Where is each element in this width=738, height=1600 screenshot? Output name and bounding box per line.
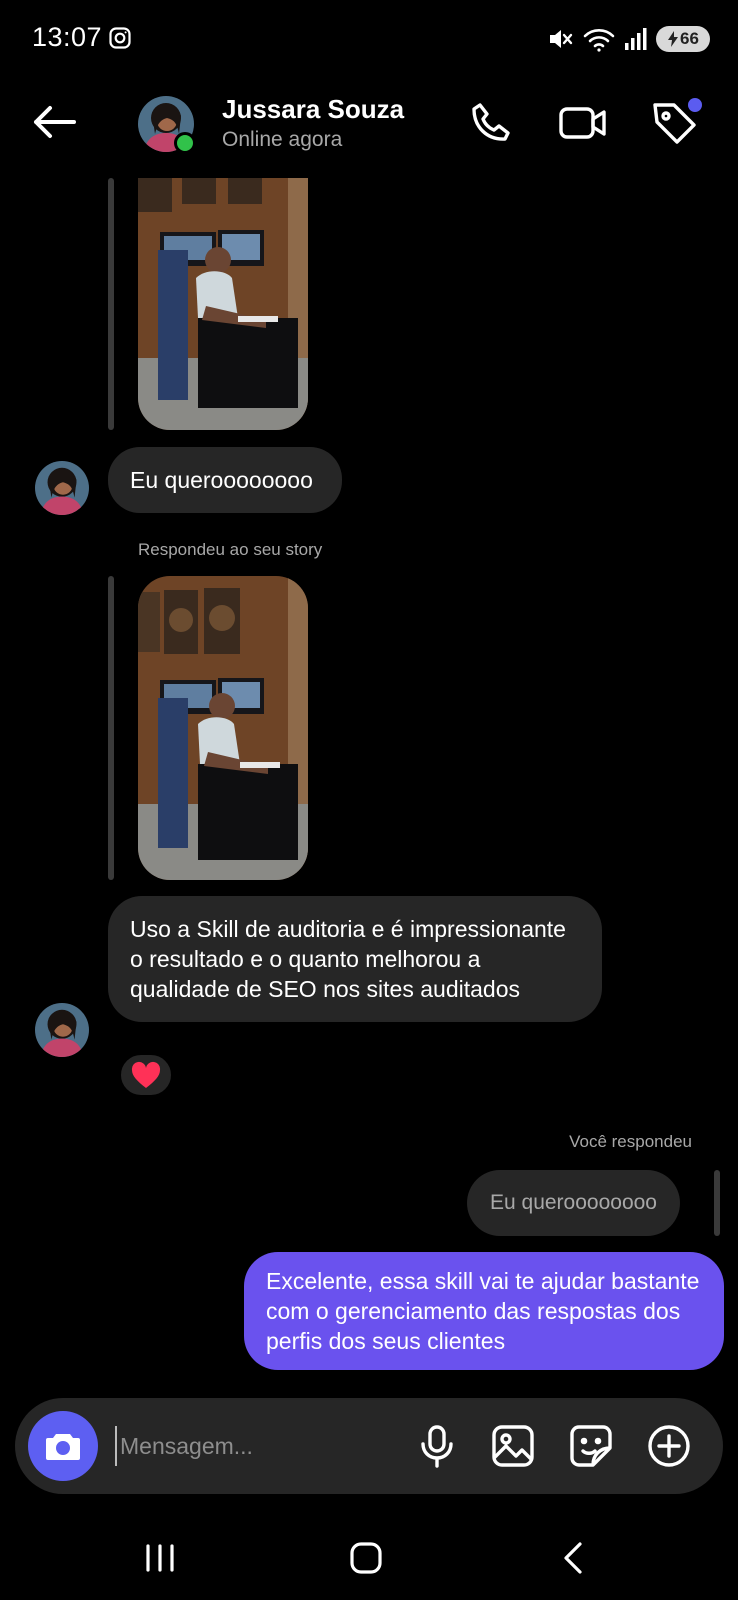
- mute-icon: [550, 30, 573, 48]
- wifi-icon: [583, 29, 615, 52]
- online-indicator: [174, 132, 196, 154]
- story-thumbnail[interactable]: [138, 178, 308, 430]
- message-composer: Mensagem...: [15, 1398, 723, 1494]
- notification-dot: [688, 98, 702, 112]
- contact-name[interactable]: Jussara Souza: [222, 94, 404, 125]
- instagram-icon: [109, 27, 131, 49]
- gallery-icon[interactable]: [489, 1422, 537, 1470]
- plus-icon[interactable]: [645, 1422, 693, 1470]
- heart-icon: [131, 1061, 161, 1088]
- recent-apps-icon[interactable]: [140, 1540, 180, 1576]
- contact-status: Online agora: [222, 128, 343, 151]
- sender-avatar[interactable]: [35, 461, 89, 515]
- phone-icon[interactable]: [466, 98, 516, 148]
- story-reply-bar: [108, 576, 114, 880]
- video-camera-icon[interactable]: [558, 98, 608, 148]
- you-replied-caption: Você respondeu: [569, 1132, 692, 1151]
- battery-level: 66: [680, 29, 699, 48]
- heart-reaction[interactable]: [118, 1052, 174, 1098]
- story-thumbnail[interactable]: [138, 576, 308, 880]
- sticker-icon[interactable]: [567, 1422, 615, 1470]
- signal-icon: [625, 28, 647, 50]
- quote-bar: [714, 1170, 720, 1236]
- quoted-message[interactable]: Eu queroooooooo: [467, 1170, 680, 1236]
- system-nav-bar: [0, 1516, 738, 1600]
- story-reply-bar: [108, 178, 114, 430]
- message-bubble-incoming[interactable]: Uso a Skill de auditoria e é impressiona…: [108, 896, 602, 1022]
- battery-icon: 66: [656, 26, 710, 52]
- back-arrow-icon[interactable]: [28, 100, 80, 144]
- sender-avatar[interactable]: [35, 1003, 89, 1057]
- message-input[interactable]: Mensagem...: [115, 1426, 405, 1466]
- message-bubble-incoming[interactable]: Eu queroooooooo: [108, 447, 342, 513]
- charging-bolt-icon: [668, 31, 679, 47]
- story-reply-caption: Respondeu ao seu story: [138, 540, 323, 559]
- camera-button[interactable]: [28, 1411, 98, 1481]
- status-time: 13:07: [32, 22, 103, 52]
- microphone-icon[interactable]: [413, 1422, 461, 1470]
- message-bubble-outgoing[interactable]: Excelente, essa skill vai te ajudar bast…: [244, 1252, 724, 1370]
- chat-header: Jussara Souza Online agora: [0, 80, 738, 180]
- back-nav-icon[interactable]: [554, 1540, 594, 1576]
- camera-icon: [46, 1434, 80, 1460]
- home-icon[interactable]: [346, 1540, 386, 1576]
- status-bar: 13:07 66: [0, 0, 738, 78]
- status-icons: 66: [546, 24, 710, 54]
